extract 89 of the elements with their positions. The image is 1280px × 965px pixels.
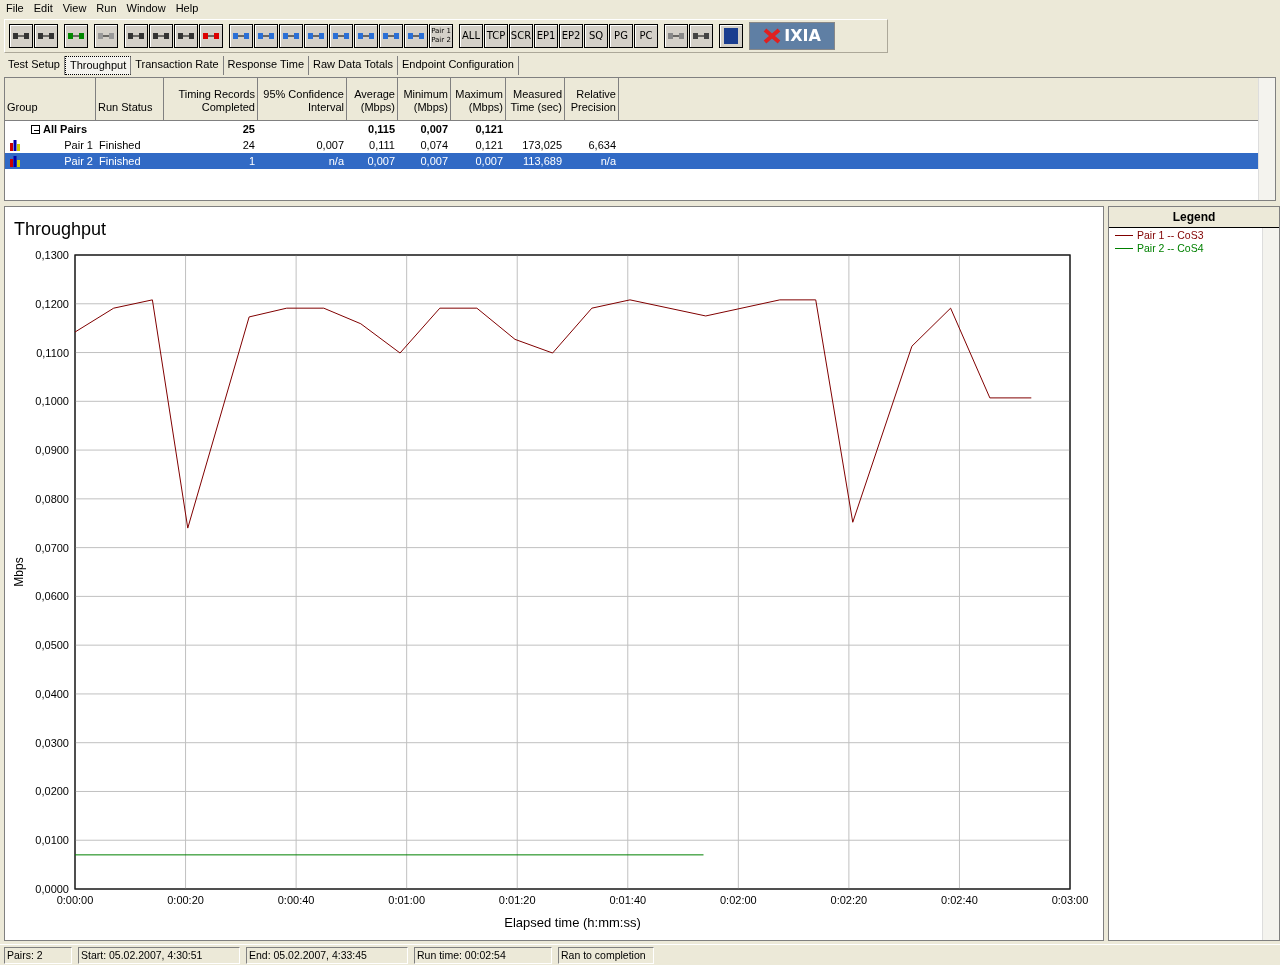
filter-button[interactable]: EP2 — [559, 23, 583, 48]
column-header[interactable]: Relative Precision — [565, 78, 619, 121]
legend-label: Pair 1 -- CoS3 — [1137, 229, 1204, 243]
tab[interactable]: Endpoint Configuration — [397, 56, 519, 76]
table-cell-text: Pair 2 — [63, 155, 94, 168]
x-tick-label: 0:00:00 — [56, 894, 94, 907]
table-cell-text: 6,634 — [587, 139, 617, 152]
x-tick-label: 0:02:40 — [941, 894, 978, 907]
status-field: Run time: 00:02:54 — [414, 946, 552, 964]
y-tick-label: 0,1300 — [35, 249, 69, 262]
table-cell-text: Finished — [98, 155, 142, 168]
menu-item[interactable]: Edit — [29, 2, 57, 15]
filter-button[interactable]: SCR — [509, 23, 533, 48]
filter-button[interactable]: ALL — [459, 23, 483, 48]
table-cell-text: 0,111 — [368, 139, 396, 152]
y-tick-label: 0,1200 — [35, 298, 69, 311]
tab[interactable]: Test Setup — [4, 56, 65, 76]
table-cell-text: 113,689 — [522, 155, 563, 168]
filter-button[interactable]: SQ — [584, 23, 608, 48]
column-header[interactable]: Group — [5, 78, 96, 121]
column-header[interactable]: Average (Mbps) — [347, 78, 398, 121]
status-field: End: 05.02.2007, 4:33:45 — [246, 946, 408, 964]
table-cell-text: 0,121 — [474, 139, 504, 152]
menu-item[interactable]: Help — [171, 2, 203, 15]
x-tick-label: 0:00:20 — [167, 894, 204, 907]
y-tick-label: 0,0000 — [35, 883, 69, 896]
tab[interactable]: Throughput — [65, 56, 132, 76]
x-axis-title: Elapsed time (h:mm:ss) — [504, 915, 641, 931]
column-header[interactable]: Timing Records Completed — [164, 78, 258, 121]
table-cell-text: 0,115 — [367, 123, 396, 136]
y-tick-label: 0,0200 — [35, 785, 69, 798]
table-cell: All Pairs — [43, 123, 88, 136]
y-axis-title: Mbps — [12, 557, 26, 587]
legend-label: Pair 2 -- CoS4 — [1137, 242, 1204, 256]
x-tick-label: 0:02:00 — [720, 894, 757, 907]
column-header[interactable]: Measured Time (sec) — [506, 78, 565, 121]
x-tick-label: 0:03:00 — [1051, 894, 1089, 907]
menu-item[interactable]: View — [58, 2, 91, 15]
status-field: Start: 05.02.2007, 4:30:51 — [78, 946, 240, 964]
table-cell-text: Pair 1 — [63, 139, 94, 152]
y-tick-label: 0,0300 — [35, 737, 69, 749]
y-tick-label: 0,0500 — [35, 639, 69, 652]
y-tick-label: 0,0600 — [35, 590, 69, 603]
table-cell-text: 25 — [241, 123, 256, 136]
y-tick-label: 0,0400 — [35, 688, 69, 701]
legend-title: Legend — [1109, 207, 1279, 228]
y-tick-label: 0,0100 — [35, 834, 69, 847]
table-cell-text: 0,007 — [419, 155, 449, 168]
table-cell-text: 0,121 — [474, 123, 504, 136]
filter-button[interactable]: EP1 — [534, 23, 558, 48]
x-tick-label: 0:00:40 — [277, 894, 315, 907]
table-row[interactable]: Pair 2 Finished 1 n/a 0,007 0,007 0,007 113,689 n/a — [5, 153, 1258, 170]
filter-button[interactable]: PC — [634, 23, 658, 48]
table-cell-text: 0,007 — [315, 139, 345, 152]
tab[interactable]: Raw Data Totals — [309, 56, 398, 76]
menu-item[interactable]: Window — [122, 2, 170, 15]
y-tick-label: 0,1000 — [35, 395, 69, 408]
column-header[interactable]: Maximum (Mbps) — [451, 78, 506, 121]
y-tick-label: 0,0900 — [35, 444, 69, 457]
column-header[interactable]: Minimum (Mbps) — [398, 78, 451, 121]
menu-item[interactable]: Run — [92, 2, 121, 15]
menu-item[interactable]: File — [2, 2, 28, 15]
y-tick-label: 0,0800 — [35, 493, 69, 506]
x-tick-label: 0:01:20 — [498, 894, 536, 907]
table-cell-text: 1 — [247, 155, 256, 168]
tab[interactable]: Response Time — [223, 56, 310, 76]
table-cell-text: Finished — [98, 139, 142, 152]
table-cell-text: n/a — [327, 155, 345, 168]
table-cell-text: 0,074 — [419, 139, 449, 152]
x-tick-label: 0:01:40 — [609, 894, 647, 907]
filter-button[interactable]: TCP — [484, 23, 508, 48]
table-cell-text: 0,007 — [366, 155, 396, 168]
y-tick-label: 0,0700 — [35, 541, 69, 554]
table-cell-text: 173,025 — [521, 139, 563, 152]
x-tick-label: 0:01:00 — [388, 894, 425, 907]
y-tick-label: 0,1100 — [36, 346, 69, 359]
table-cell-text: 0,007 — [419, 123, 449, 136]
status-field: Ran to completion — [558, 946, 654, 964]
chart-title: Throughput — [14, 219, 107, 241]
logo-text: IXIA — [784, 26, 821, 46]
column-header[interactable]: Run Status — [96, 78, 164, 121]
table-cell-text: 0,007 — [474, 155, 504, 168]
table-cell-text: 24 — [241, 139, 256, 152]
table-cell-text: n/a — [599, 155, 617, 168]
tab[interactable]: Transaction Rate — [131, 56, 224, 76]
filter-button[interactable]: PG — [609, 23, 633, 48]
column-header[interactable]: 95% Confidence Interval — [258, 78, 347, 121]
status-field: Pairs: 2 — [4, 946, 72, 964]
x-tick-label: 0:02:20 — [830, 894, 868, 907]
